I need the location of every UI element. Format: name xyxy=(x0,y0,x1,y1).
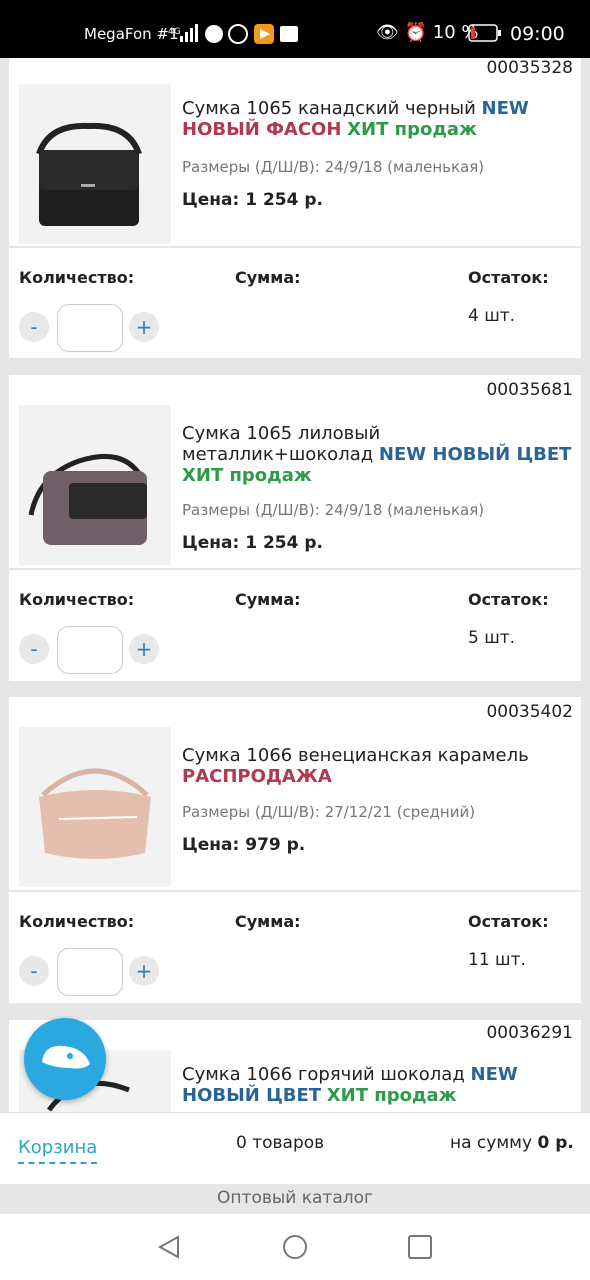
product-price: Цена: 979 р. xyxy=(182,835,306,855)
increment-button[interactable]: + xyxy=(129,634,159,664)
clock: 09:00 xyxy=(510,23,565,45)
rest-label: Остаток: xyxy=(468,268,549,287)
status-bar: MegaFon #1 4G 👁 ⏰ 10 % 09:00 xyxy=(0,0,590,58)
battery-icon xyxy=(468,24,501,42)
product-title[interactable]: Сумка 1065 лиловый металлик+шоколад NEW … xyxy=(182,423,572,486)
battery-label: 👁 ⏰ 10 % xyxy=(376,22,479,43)
quantity-input[interactable] xyxy=(57,304,123,352)
cart-sum: на сумму 0 р. xyxy=(450,1133,574,1153)
quantity-row: Количество: Сумма: Остаток: - + 4 шт. xyxy=(9,248,581,358)
product-code: 00036291 xyxy=(486,1023,573,1043)
alarm-icon: ⏰ xyxy=(404,22,428,43)
quantity-label: Количество: xyxy=(19,590,135,609)
signal-icon: 4G xyxy=(168,24,298,44)
product-code: 00035402 xyxy=(486,702,573,722)
back-icon[interactable] xyxy=(156,1234,182,1260)
rest-label: Остаток: xyxy=(468,590,549,609)
catalog-link[interactable]: Оптовый каталог xyxy=(0,1184,590,1214)
product-sizes: Размеры (Д/Ш/В): 27/12/21 (средний) xyxy=(182,803,476,821)
stock-value: 4 шт. xyxy=(468,306,516,326)
product-card[interactable]: 00035681 78 Сумка 1065 лиловый металлик+… xyxy=(9,375,581,568)
product-image[interactable] xyxy=(19,727,171,887)
recent-apps-icon[interactable] xyxy=(407,1234,433,1260)
quantity-label: Количество: xyxy=(19,912,135,931)
chat-button[interactable] xyxy=(24,1018,106,1100)
carrier-label: MegaFon #1 xyxy=(84,25,179,43)
product-card[interactable]: 00035402 79 Сумка 1066 венецианская кара… xyxy=(9,697,581,890)
product-title[interactable]: Сумка 1065 канадский черный NEW НОВЫЙ ФА… xyxy=(182,98,572,140)
product-sizes: Размеры (Д/Ш/В): 24/9/18 (маленькая) xyxy=(182,501,485,519)
sum-label: Сумма: xyxy=(235,590,301,609)
cart-count: 0 товаров xyxy=(236,1133,325,1153)
product-price: Цена: 1 254 р. xyxy=(182,190,324,210)
product-image[interactable] xyxy=(19,405,171,565)
quantity-row: Количество: Сумма: Остаток: - + 11 шт. xyxy=(9,892,581,1003)
home-icon[interactable] xyxy=(282,1234,308,1260)
cart-link[interactable]: Корзина xyxy=(18,1137,98,1164)
svg-text:4G: 4G xyxy=(168,27,181,37)
product-list: 00035328 77 Сумка 1065 канадский черный … xyxy=(0,58,590,1112)
sum-label: Сумма: xyxy=(235,912,301,931)
system-nav-bar xyxy=(0,1214,590,1280)
product-sizes: Размеры (Д/Ш/В): 24/9/18 (маленькая) xyxy=(182,158,485,176)
chat-bubble-icon xyxy=(42,1045,90,1069)
decrement-button[interactable]: - xyxy=(19,634,49,664)
increment-button[interactable]: + xyxy=(129,956,159,986)
decrement-button[interactable]: - xyxy=(19,956,49,986)
product-card[interactable]: 00035328 77 Сумка 1065 канадский черный … xyxy=(9,58,581,246)
quantity-label: Количество: xyxy=(19,268,135,287)
product-code: 00035681 xyxy=(486,380,573,400)
sum-label: Сумма: xyxy=(235,268,301,287)
cart-bar: Корзина 0 товаров на сумму 0 р. xyxy=(0,1112,590,1185)
rest-label: Остаток: xyxy=(468,912,549,931)
quantity-row: Количество: Сумма: Остаток: - + 5 шт. xyxy=(9,570,581,681)
quantity-input[interactable] xyxy=(57,948,123,996)
product-title[interactable]: Сумка 1066 венецианская карамель РАСПРОД… xyxy=(182,745,572,787)
stock-value: 11 шт. xyxy=(468,950,526,970)
quantity-input[interactable] xyxy=(57,626,123,674)
decrement-button[interactable]: - xyxy=(19,312,49,342)
stock-value: 5 шт. xyxy=(468,628,516,648)
product-title[interactable]: Сумка 1066 горячий шоколад NEW НОВЫЙ ЦВЕ… xyxy=(182,1064,572,1106)
product-image[interactable] xyxy=(19,84,171,244)
product-code: 00035328 xyxy=(486,58,573,78)
product-price: Цена: 1 254 р. xyxy=(182,533,324,553)
eye-icon: 👁 xyxy=(376,22,399,43)
increment-button[interactable]: + xyxy=(129,312,159,342)
